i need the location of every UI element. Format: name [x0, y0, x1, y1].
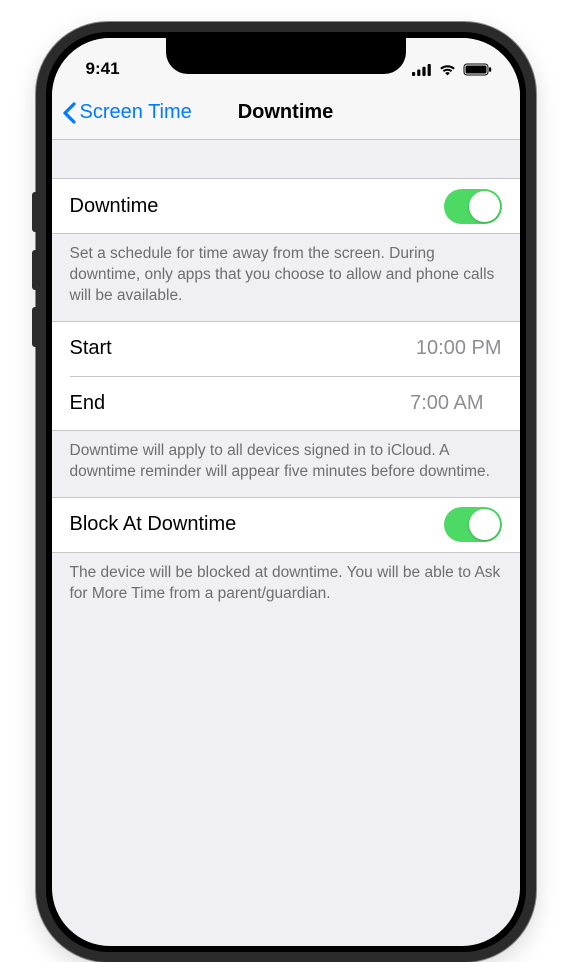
- end-label: End: [70, 392, 106, 415]
- phone-frame: 9:41: [36, 22, 536, 962]
- back-button[interactable]: Screen Time: [52, 101, 192, 124]
- start-time-row[interactable]: Start 10:00 PM: [52, 322, 520, 376]
- cellular-icon: [412, 63, 432, 76]
- block-label: Block At Downtime: [70, 513, 237, 536]
- content: Downtime Set a schedule for time away fr…: [52, 140, 520, 618]
- notch: [166, 38, 406, 74]
- spacer: [52, 140, 520, 178]
- schedule-section: Start 10:00 PM End 7:00 AM: [52, 321, 520, 431]
- start-label: Start: [70, 337, 112, 360]
- downtime-toggle[interactable]: [444, 189, 502, 224]
- end-time-row[interactable]: End 7:00 AM: [70, 376, 520, 430]
- block-toggle[interactable]: [444, 507, 502, 542]
- status-indicators: [412, 63, 492, 76]
- wifi-icon: [438, 63, 457, 76]
- downtime-toggle-label: Downtime: [70, 195, 159, 218]
- nav-bar: Screen Time Downtime: [52, 86, 520, 140]
- battery-icon: [463, 63, 492, 76]
- chevron-left-icon: [62, 102, 76, 124]
- schedule-footer: Downtime will apply to all devices signe…: [52, 431, 520, 497]
- block-footer: The device will be blocked at downtime. …: [52, 553, 520, 619]
- block-toggle-row: Block At Downtime: [52, 498, 520, 552]
- end-value: 7:00 AM: [410, 392, 501, 415]
- downtime-section: Downtime: [52, 178, 520, 234]
- start-value: 10:00 PM: [416, 337, 502, 360]
- block-section: Block At Downtime: [52, 497, 520, 553]
- back-label: Screen Time: [80, 101, 192, 124]
- downtime-description: Set a schedule for time away from the sc…: [52, 234, 520, 321]
- downtime-toggle-row: Downtime: [52, 179, 520, 233]
- screen: 9:41: [52, 38, 520, 946]
- status-time: 9:41: [86, 59, 120, 79]
